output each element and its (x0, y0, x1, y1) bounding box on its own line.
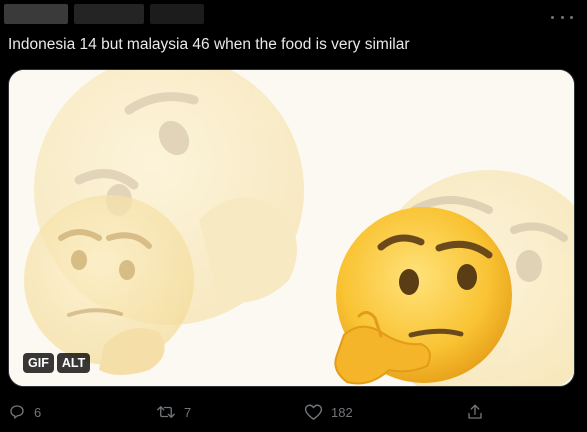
redacted-handle (150, 4, 204, 24)
share-icon (468, 404, 482, 419)
redacted-name (74, 4, 144, 24)
alt-badge[interactable]: ALT (56, 353, 91, 373)
author-header-redacted (0, 0, 244, 28)
like-button[interactable]: 182 (304, 396, 353, 428)
gif-media[interactable]: GIF ALT (8, 69, 575, 387)
redacted-avatar (4, 4, 68, 24)
tweet-actions-bar: 6 7 182 (0, 396, 587, 428)
reply-count: 6 (34, 404, 42, 420)
like-count: 182 (331, 404, 353, 420)
reply-button[interactable]: 6 (8, 396, 41, 428)
reply-icon (10, 405, 24, 419)
media-badges: GIF ALT (23, 353, 91, 373)
retweet-count: 7 (184, 404, 192, 420)
retweet-button[interactable]: 7 (156, 396, 191, 428)
thinking-face-icon (9, 70, 574, 386)
gif-badge: GIF (23, 353, 54, 373)
heart-icon (304, 404, 323, 420)
share-button[interactable] (466, 396, 484, 428)
retweet-icon (157, 406, 175, 418)
more-options-icon[interactable] (551, 10, 573, 24)
tweet-text: Indonesia 14 but malaysia 46 when the fo… (8, 36, 410, 53)
